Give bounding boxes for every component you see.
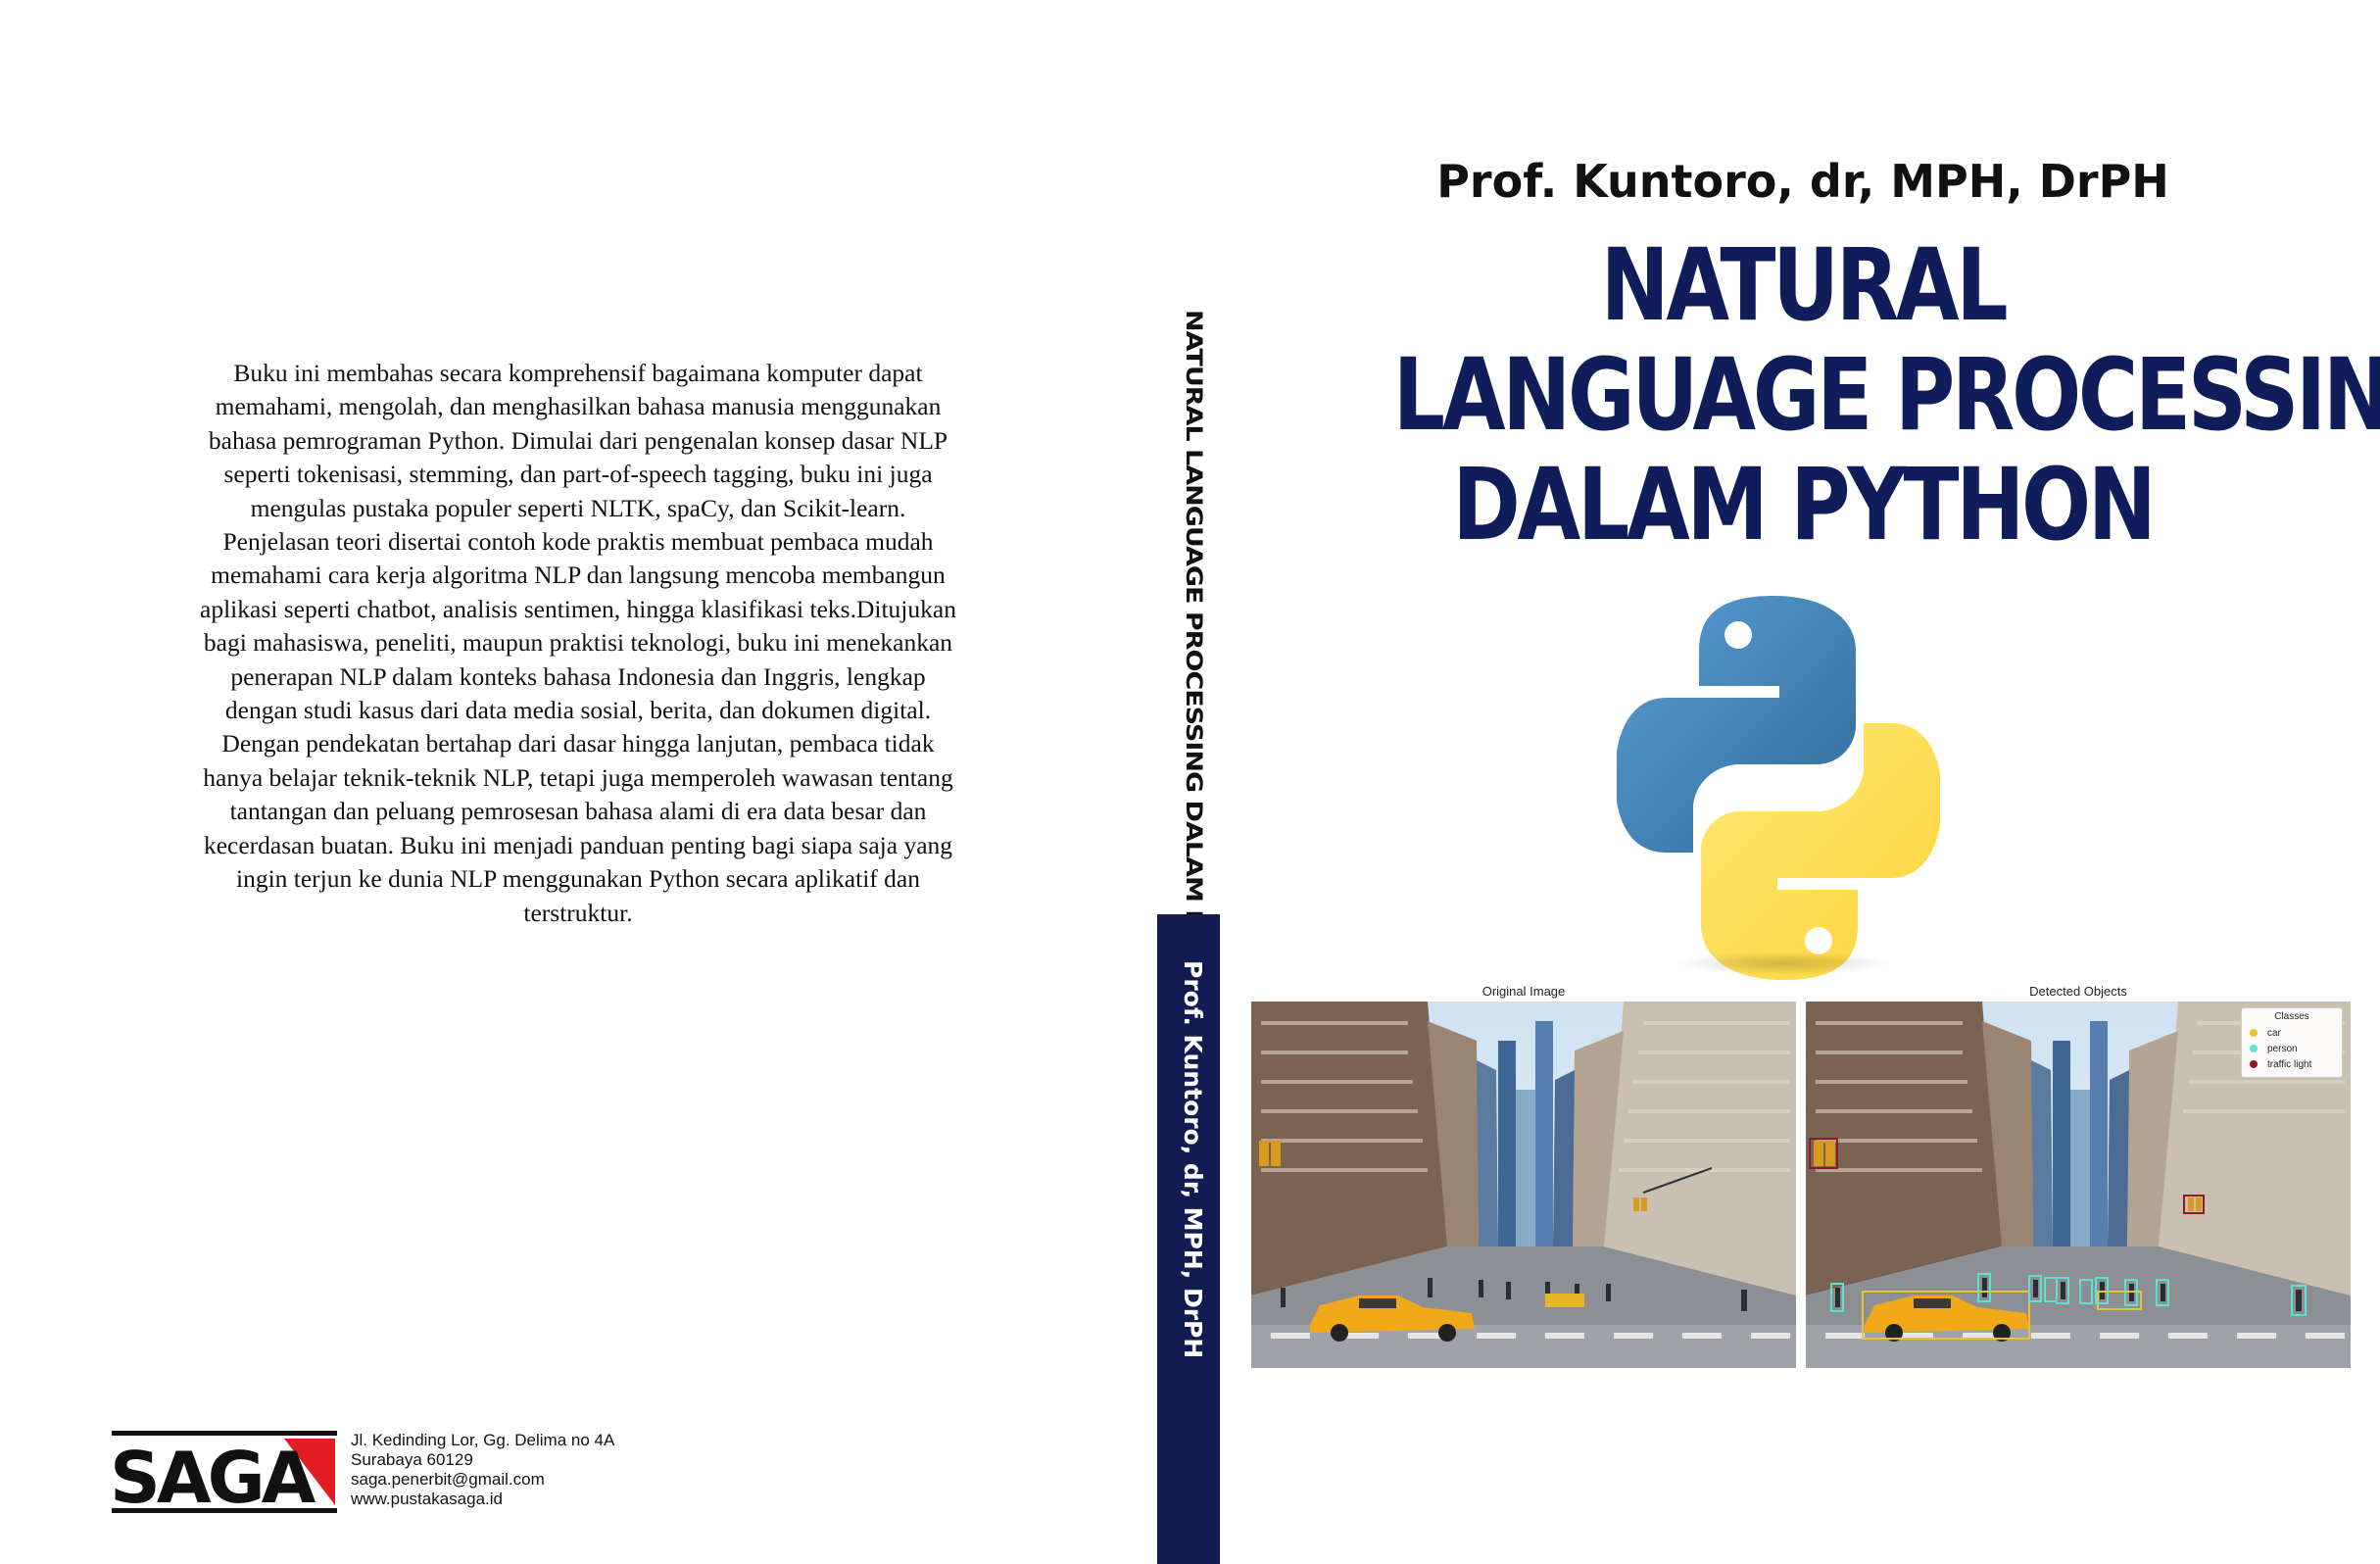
python-logo-shadow [1676, 952, 1891, 975]
spine-title: NATURAL LANGUAGE PROCESSING DALAM PYTHON [1181, 310, 1206, 1028]
legend-item: person [2248, 1041, 2336, 1056]
blurb-line: seperti tokenisasi, stemming, dan part-o… [223, 460, 933, 489]
back-cover-blurb: Buku ini membahas secara komprehensif ba… [157, 357, 999, 930]
legend-item: traffic light [2248, 1056, 2336, 1072]
detection-legend: Classes car person traffic light [2241, 1007, 2343, 1078]
legend-dot-icon [2250, 1029, 2258, 1037]
front-title-line: DALAM PYTHON [1452, 447, 2156, 563]
legend-label: car [2267, 1027, 2281, 1039]
publisher-block: SAGA Jl. Kedinding Lor, Gg. Delima no 4A… [112, 1431, 660, 1519]
blurb-line: Dengan pendekatan bertahap dari dasar hi… [221, 729, 935, 758]
legend-label: person [2267, 1043, 2298, 1054]
figure-detected-objects: Detected Objects Classes car person traf… [1806, 984, 2351, 1370]
legend-dot-icon [2250, 1045, 2258, 1052]
publisher-website: www.pustakasaga.id [351, 1490, 503, 1508]
city-street-photo [1251, 1002, 1796, 1368]
spine-author: Prof. Kuntoro, dr, MPH, DrPH [1179, 960, 1207, 1359]
front-title: NATURAL LANGUAGE PROCESSING DALAM PYTHON [1392, 227, 2380, 563]
blurb-line: kecerdasan buatan. Buku ini menjadi pand… [203, 830, 953, 859]
publisher-address-line: Surabaya 60129 [351, 1450, 473, 1469]
blurb-line: bahasa pemrograman Python. Dimulai dari … [208, 425, 948, 455]
legend-item: car [2248, 1025, 2336, 1041]
saga-logo-text: SAGA [112, 1437, 316, 1513]
blurb-line: Buku ini membahas secara komprehensif ba… [233, 359, 923, 387]
front-title-line: NATURAL [1600, 227, 2009, 344]
blurb-line: dengan studi kasus dari data media sosia… [224, 696, 932, 725]
blurb-line: penerapan NLP dalam konteks bahasa Indon… [230, 661, 926, 691]
publisher-address: Jl. Kedinding Lor, Gg. Delima no 4A Sura… [351, 1431, 614, 1509]
blurb-line: memahami, mengolah, dan menghasilkan bah… [215, 392, 942, 421]
front-author: Prof. Kuntoro, dr, MPH, DrPH [1436, 155, 2169, 208]
figure-original-image: Original Image [1251, 984, 1796, 1370]
blurb-line: terstruktur. [523, 898, 633, 927]
blurb-line: hanya belajar teknik-teknik NLP, tetapi … [203, 762, 953, 792]
figure-caption: Original Image [1481, 984, 1566, 999]
blurb-line: bagi mahasiswa, peneliti, maupun praktis… [203, 628, 953, 658]
blurb-line: ingin terjun ke dunia NLP menggunakan Py… [235, 864, 920, 894]
python-logo-icon [1617, 596, 1940, 980]
blurb-line: tantangan dan peluang pemrosesan bahasa … [229, 797, 927, 826]
saga-logo: SAGA [112, 1431, 337, 1513]
blurb-line: memahami cara kerja algoritma NLP dan la… [211, 561, 946, 590]
publisher-address-line: Jl. Kedinding Lor, Gg. Delima no 4A [351, 1431, 615, 1449]
front-title-line: LANGUAGE PROCESSING [1392, 337, 2380, 454]
legend-dot-icon [2250, 1060, 2258, 1068]
blurb-line: aplikasi seperti chatbot, analisis senti… [200, 594, 956, 623]
publisher-email: saga.penerbit@gmail.com [351, 1470, 545, 1489]
blurb-line: Penjelasan teori disertai contoh kode pr… [222, 527, 934, 557]
blurb-line: mengulas pustaka populer seperti NLTK, s… [250, 493, 906, 522]
legend-label: traffic light [2267, 1058, 2312, 1070]
legend-title: Classes [2274, 1011, 2309, 1022]
figure-caption: Detected Objects [2029, 984, 2127, 999]
